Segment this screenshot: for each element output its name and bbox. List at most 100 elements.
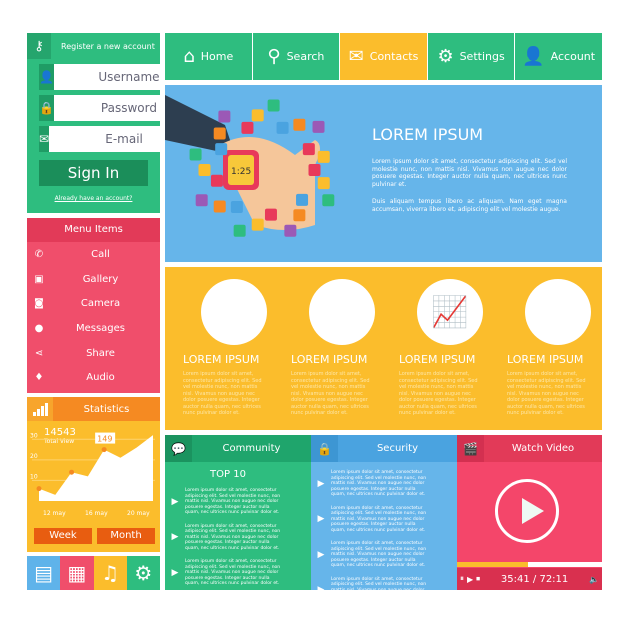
list-item[interactable]: ▶ Lorem ipsum dolor sit amet, consectetur… bbox=[311, 506, 457, 534]
already-account-link[interactable]: Already have an account? bbox=[27, 195, 160, 202]
lock-icon: 🔒 bbox=[39, 95, 54, 121]
nav-tab-home[interactable]: ⌂ Home bbox=[165, 33, 253, 80]
menu-item-label: Messages bbox=[75, 322, 126, 334]
volume-icon[interactable]: 🔈 bbox=[589, 575, 599, 584]
callout-value: 149 bbox=[97, 435, 112, 444]
photos-button[interactable]: ▦ bbox=[60, 556, 94, 590]
arrow-right-icon: ▶ bbox=[171, 496, 179, 507]
user-icon: 👤 bbox=[39, 64, 54, 90]
money-icon: $ bbox=[525, 279, 591, 345]
play-small-icon[interactable]: ▶ bbox=[467, 575, 473, 584]
security-panel: 🔒 Security ▶ Lorem ipsum dolor sit amet, c… bbox=[311, 435, 457, 604]
menu-item-gallery[interactable]: ▣ Gallery bbox=[27, 267, 160, 292]
item-text: Lorem ipsum dolor sit amet, consectetur … bbox=[185, 559, 281, 586]
item-text: Lorem ipsum dolor sit amet, consectetur … bbox=[331, 470, 427, 497]
hero-banner: 1:25 LOREM IPSUM Lorem ipsum dolor sit a… bbox=[165, 85, 602, 262]
nav-tab-label: Settings bbox=[459, 50, 505, 63]
app-icon bbox=[241, 121, 254, 134]
app-icon bbox=[322, 194, 335, 207]
menu-item-share[interactable]: ⋖ Share bbox=[27, 341, 160, 366]
app-icon bbox=[210, 174, 223, 187]
menu-item-audio[interactable]: ♦ Audio bbox=[27, 365, 160, 390]
nav-tab-label: Search bbox=[286, 50, 325, 63]
lock-icon: 🔒 bbox=[311, 435, 338, 462]
menu-item-call[interactable]: ✆ Call bbox=[27, 242, 160, 267]
gear-button[interactable]: ⚙ bbox=[126, 556, 160, 590]
app-icon bbox=[198, 164, 211, 176]
x-tick-label: 16 may bbox=[85, 510, 108, 517]
x-tick-label: 12 may bbox=[43, 510, 66, 517]
list-item[interactable]: ▶ Lorem ipsum dolor sit amet, consectetur… bbox=[311, 541, 457, 569]
item-text: Lorem ipsum dolor sit amet, consectetur … bbox=[185, 523, 281, 551]
nav-tab-search[interactable]: ⚲ Search bbox=[253, 33, 341, 80]
nav-tab-account[interactable]: 👤 Account bbox=[515, 33, 602, 80]
community-title: Community bbox=[222, 443, 281, 454]
menu-item-label: Camera bbox=[80, 298, 121, 310]
document-button[interactable]: ▤ bbox=[27, 556, 61, 590]
app-icon bbox=[284, 224, 297, 237]
app-icon bbox=[251, 109, 264, 122]
pagination-dots[interactable] bbox=[165, 594, 311, 603]
item-text: Lorem ipsum dolor sit amet, consectetur … bbox=[331, 576, 427, 604]
hero-paragraph-1: Lorem ipsum dolor sit amet, consectetur … bbox=[372, 158, 567, 188]
arrow-right-icon: ▶ bbox=[171, 532, 179, 543]
arrow-right-icon: ▶ bbox=[171, 567, 179, 578]
gear-icon: ⚙ bbox=[437, 46, 454, 67]
video-panel: 🎬 Watch Video ⏸ ▶ ⏹ 35:41 / 72:11 🔈 bbox=[457, 435, 602, 590]
envelope-icon: ✉ bbox=[348, 46, 364, 67]
data-point[interactable] bbox=[69, 469, 75, 475]
data-point[interactable] bbox=[36, 486, 42, 492]
community-panel: 💬 Community TOP 10 ▶ Lorem ipsum dolor sit… bbox=[165, 435, 311, 603]
video-time: 35:41 / 72:11 bbox=[500, 573, 569, 585]
feature-text: Lorem ipsum dolor sit amet, consectetur … bbox=[183, 371, 262, 416]
play-button[interactable] bbox=[495, 479, 559, 543]
document-icon: ▤ bbox=[34, 561, 54, 585]
register-panel: ⚷ Register a new account 👤 🔒 ✉ Sign In Al… bbox=[27, 33, 204, 213]
pause-icon[interactable]: ⏸ bbox=[460, 574, 464, 584]
icon-strip: ▤ ▦ ♫ ⚙ bbox=[27, 556, 160, 590]
x-tick-label: 20 may bbox=[127, 510, 150, 517]
app-icon bbox=[312, 120, 325, 133]
nav-tab-settings[interactable]: ⚙ Settings bbox=[428, 33, 516, 80]
app-icon bbox=[213, 200, 226, 213]
top-10-label: TOP 10 bbox=[210, 469, 246, 480]
item-text: Lorem ipsum dolor sit amet, consectetur … bbox=[331, 505, 427, 533]
register-title: Register a new account bbox=[61, 41, 155, 51]
menu-item-messages[interactable]: ● Messages bbox=[27, 316, 160, 341]
home-icon: ⌂ bbox=[183, 46, 195, 67]
list-item[interactable]: ▶ Lorem ipsum dolor sit amet, consectetur… bbox=[311, 470, 457, 498]
user-icon: 👤 bbox=[522, 46, 545, 67]
sign-in-button[interactable]: Sign In bbox=[39, 160, 148, 186]
app-icon bbox=[251, 218, 264, 231]
nav-tab-label: Home bbox=[200, 50, 234, 63]
list-item[interactable]: ▶ Lorem ipsum dolor sit amet, consectetur… bbox=[311, 577, 457, 605]
data-point[interactable] bbox=[101, 447, 107, 453]
feature-card: ◎ LOREM IPSUM Lorem ipsum dolor sit amet, … bbox=[183, 279, 283, 417]
security-title: Security bbox=[376, 443, 419, 454]
menu-item-label: Share bbox=[86, 347, 115, 359]
menu-item-label: Call bbox=[91, 248, 110, 260]
play-icon bbox=[522, 498, 544, 524]
hero-paragraph-2: Duis aliquam tempus libero ac aliquam. N… bbox=[372, 198, 567, 213]
list-item[interactable]: ▶ Lorem ipsum dolor sit amet, consectetur… bbox=[165, 559, 311, 587]
feature-title: LOREM IPSUM bbox=[183, 353, 260, 366]
nav-tab-contacts[interactable]: ✉ Contacts bbox=[340, 33, 428, 80]
feature-text: Lorem ipsum dolor sit amet, consectetur … bbox=[291, 371, 370, 416]
statistics-panel: Statistics 14543 Total View 10 20 30 149 12 … bbox=[27, 397, 160, 552]
list-item[interactable]: ▶ Lorem ipsum dolor sit amet, consectetur… bbox=[165, 524, 311, 552]
video-progress-bar[interactable] bbox=[457, 562, 602, 567]
smartwatch-hand-illustration: 1:25 bbox=[165, 95, 335, 237]
app-icon bbox=[215, 143, 228, 156]
feature-title: LOREM IPSUM bbox=[399, 353, 476, 366]
music-button[interactable]: ♫ bbox=[93, 556, 127, 590]
menu-item-camera[interactable]: ◙ Camera bbox=[27, 291, 160, 316]
week-button[interactable]: Week bbox=[34, 528, 92, 544]
hero-title: LOREM IPSUM bbox=[372, 125, 484, 144]
stop-icon[interactable]: ⏹ bbox=[476, 574, 480, 584]
list-item[interactable]: ▶ Lorem ipsum dolor sit amet, consectetur… bbox=[165, 488, 311, 516]
month-button[interactable]: Month bbox=[97, 528, 155, 544]
features-section: ◎ LOREM IPSUM Lorem ipsum dolor sit amet, … bbox=[165, 267, 602, 430]
key-icon: ⚷ bbox=[27, 33, 51, 59]
chart-board-icon: 📈 bbox=[417, 279, 483, 345]
feature-text: Lorem ipsum dolor sit amet, consectetur … bbox=[399, 371, 478, 416]
